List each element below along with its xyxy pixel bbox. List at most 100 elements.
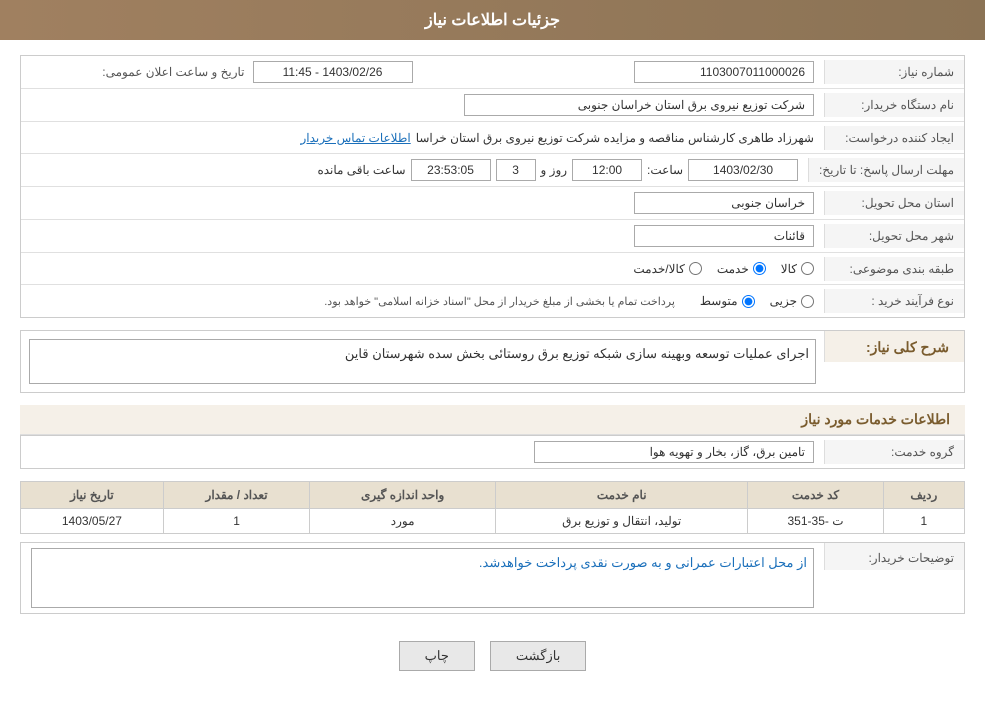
reply-deadline-label: مهلت ارسال پاسخ: تا تاریخ:: [808, 158, 964, 182]
creator-value-area: شهرزاد طاهری کارشناس مناقصه و مزایده شرک…: [21, 126, 824, 150]
back-button[interactable]: بازگشت: [490, 641, 586, 671]
radio-khedmat-label: خدمت: [717, 262, 749, 276]
description-label: شرح کلی نیاز:: [824, 331, 964, 362]
creator-label: ایجاد کننده درخواست:: [824, 126, 964, 150]
cell-unit: مورد: [310, 509, 496, 534]
delivery-province-box: خراسان جنوبی: [634, 192, 814, 214]
buyer-notes-value-area: از محل اعتبارات عمرانی و به صورت نقدی پر…: [21, 543, 824, 613]
cell-quantity: 1: [163, 509, 309, 534]
reply-time-box: 12:00: [572, 159, 642, 181]
buyer-name-value: شرکت توزیع نیروی برق استان خراسان جنوبی: [21, 89, 824, 121]
buyer-notes-label: توضیحات خریدار:: [824, 543, 964, 570]
row-category: طبقه بندی موضوعی: کالا خدمت: [21, 253, 964, 285]
delivery-city-value: قائنات: [21, 220, 824, 252]
row-delivery-city: شهر محل تحویل: قائنات: [21, 220, 964, 253]
buyer-notes-text: از محل اعتبارات عمرانی و به صورت نقدی پر…: [479, 555, 807, 571]
need-number-label: شماره نیاز:: [824, 60, 964, 84]
col-row-num: ردیف: [883, 482, 964, 509]
category-radios: کالا خدمت کالا/خدمت: [31, 262, 814, 276]
need-number-box: 1103007011000026: [634, 61, 814, 83]
main-form-section: شماره نیاز: 1103007011000026 1403/02/26 …: [20, 55, 965, 318]
row-service-group: گروه خدمت: تامین برق، گاز، بخار و تهویه …: [21, 436, 964, 468]
row-delivery-province: استان محل تحویل: خراسان جنوبی: [21, 187, 964, 220]
service-group-box: تامین برق، گاز، بخار و تهویه هوا: [534, 441, 814, 463]
row-creator: ایجاد کننده درخواست: شهرزاد طاهری کارشنا…: [21, 122, 964, 154]
table-header: ردیف کد خدمت نام خدمت واحد اندازه گیری ت…: [21, 482, 965, 509]
reply-date-box: 1403/02/30: [688, 159, 798, 181]
description-value-area: اجرای عملیات توسعه وبهینه سازی شبکه توزی…: [21, 331, 824, 392]
radio-kala[interactable]: [801, 262, 814, 275]
purchase-type-radios: جزیی متوسط پرداخت تمام یا بخشی از مبلغ خ…: [31, 294, 814, 308]
purchase-type-label: نوع فرآیند خرید :: [824, 289, 964, 313]
description-row: شرح کلی نیاز: اجرای عملیات توسعه وبهینه …: [21, 331, 964, 392]
content-area: شماره نیاز: 1103007011000026 1403/02/26 …: [0, 40, 985, 701]
description-box: اجرای عملیات توسعه وبهینه سازی شبکه توزی…: [29, 339, 816, 384]
buyer-name-box: شرکت توزیع نیروی برق استان خراسان جنوبی: [464, 94, 814, 116]
col-quantity: تعداد / مقدار: [163, 482, 309, 509]
radio-jozei-label: جزیی: [770, 294, 797, 308]
buyer-notes-row: توضیحات خریدار: از محل اعتبارات عمرانی و…: [21, 543, 964, 613]
radio-motavasset-label: متوسط: [700, 294, 738, 308]
table-body: 1 ت -35-351 تولید، انتقال و توزیع برق مو…: [21, 509, 965, 534]
services-table-section: ردیف کد خدمت نام خدمت واحد اندازه گیری ت…: [20, 481, 965, 534]
col-unit: واحد اندازه گیری: [310, 482, 496, 509]
page-header: جزئیات اطلاعات نیاز: [0, 0, 985, 40]
service-info-header: اطلاعات خدمات مورد نیاز: [20, 405, 965, 435]
radio-item-kala[interactable]: کالا: [781, 262, 814, 276]
radio-item-motavasset[interactable]: متوسط: [700, 294, 755, 308]
table-row: 1 ت -35-351 تولید، انتقال و توزیع برق مو…: [21, 509, 965, 534]
reply-deadline-value: 1403/02/30 ساعت: 12:00 روز و 3 23:53:05 …: [21, 154, 808, 186]
reply-day-box: 3: [496, 159, 536, 181]
announce-datetime-value: 1403/02/26 - 11:45 تاریخ و ساعت اعلان عم…: [21, 56, 423, 88]
service-group-section: گروه خدمت: تامین برق، گاز، بخار و تهویه …: [20, 435, 965, 469]
cell-service-code: ت -35-351: [748, 509, 883, 534]
radio-item-kala-khedmat[interactable]: کالا/خدمت: [633, 262, 701, 276]
cell-date: 1403/05/27: [21, 509, 164, 534]
col-service-name: نام خدمت: [496, 482, 748, 509]
reply-remaining-box: 23:53:05: [411, 159, 491, 181]
col-service-code: کد خدمت: [748, 482, 883, 509]
buyer-name-label: نام دستگاه خریدار:: [824, 93, 964, 117]
radio-kala-label: کالا: [781, 262, 797, 276]
radio-item-jozei[interactable]: جزیی: [770, 294, 814, 308]
radio-item-khedmat[interactable]: خدمت: [717, 262, 766, 276]
row-reply-deadline: مهلت ارسال پاسخ: تا تاریخ: 1403/02/30 سا…: [21, 154, 964, 187]
announce-datetime-label: تاریخ و ساعت اعلان عمومی:: [102, 65, 244, 79]
purchase-type-note: پرداخت تمام یا بخشی از مبلغ خریدار از مح…: [324, 295, 675, 308]
row-purchase-type: نوع فرآیند خرید : جزیی متوسط پرداخت تمام…: [21, 285, 964, 317]
buyer-notes-box: از محل اعتبارات عمرانی و به صورت نقدی پر…: [31, 548, 814, 608]
col-date: تاریخ نیاز: [21, 482, 164, 509]
category-label: طبقه بندی موضوعی:: [824, 257, 964, 281]
reply-remaining-label: ساعت باقی مانده: [317, 163, 405, 177]
delivery-city-box: قائنات: [634, 225, 814, 247]
radio-jozei[interactable]: [801, 295, 814, 308]
footer-buttons: بازگشت چاپ: [20, 626, 965, 686]
radio-motavasset[interactable]: [742, 295, 755, 308]
page-title: جزئیات اطلاعات نیاز: [425, 12, 560, 29]
page-container: جزئیات اطلاعات نیاز شماره نیاز: 11030070…: [0, 0, 985, 721]
row-need-number: شماره نیاز: 1103007011000026 1403/02/26 …: [21, 56, 964, 89]
reply-day-label: روز و: [541, 163, 568, 177]
description-section: شرح کلی نیاز: اجرای عملیات توسعه وبهینه …: [20, 330, 965, 393]
service-group-value: تامین برق، گاز، بخار و تهویه هوا: [21, 436, 824, 468]
radio-kala-khedmat[interactable]: [689, 262, 702, 275]
radio-kala-khedmat-label: کالا/خدمت: [633, 262, 684, 276]
delivery-city-label: شهر محل تحویل:: [824, 224, 964, 248]
cell-service-name: تولید، انتقال و توزیع برق: [496, 509, 748, 534]
delivery-province-label: استان محل تحویل:: [824, 191, 964, 215]
delivery-province-value: خراسان جنوبی: [21, 187, 824, 219]
creator-value: شهرزاد طاهری کارشناس مناقصه و مزایده شرک…: [416, 131, 814, 145]
table-header-row: ردیف کد خدمت نام خدمت واحد اندازه گیری ت…: [21, 482, 965, 509]
contact-link[interactable]: اطلاعات تماس خریدار: [301, 131, 411, 145]
print-button[interactable]: چاپ: [399, 641, 475, 671]
description-text: اجرای عملیات توسعه وبهینه سازی شبکه توزی…: [345, 346, 809, 362]
purchase-type-value: جزیی متوسط پرداخت تمام یا بخشی از مبلغ خ…: [21, 289, 824, 313]
buyer-notes-section: توضیحات خریدار: از محل اعتبارات عمرانی و…: [20, 542, 965, 614]
row-buyer-name: نام دستگاه خریدار: شرکت توزیع نیروی برق …: [21, 89, 964, 122]
reply-time-label: ساعت:: [647, 163, 683, 177]
category-radio-group: کالا خدمت کالا/خدمت: [21, 257, 824, 281]
cell-row-num: 1: [883, 509, 964, 534]
announce-datetime-box: 1403/02/26 - 11:45: [253, 61, 413, 83]
radio-khedmat[interactable]: [753, 262, 766, 275]
service-group-label: گروه خدمت:: [824, 440, 964, 464]
